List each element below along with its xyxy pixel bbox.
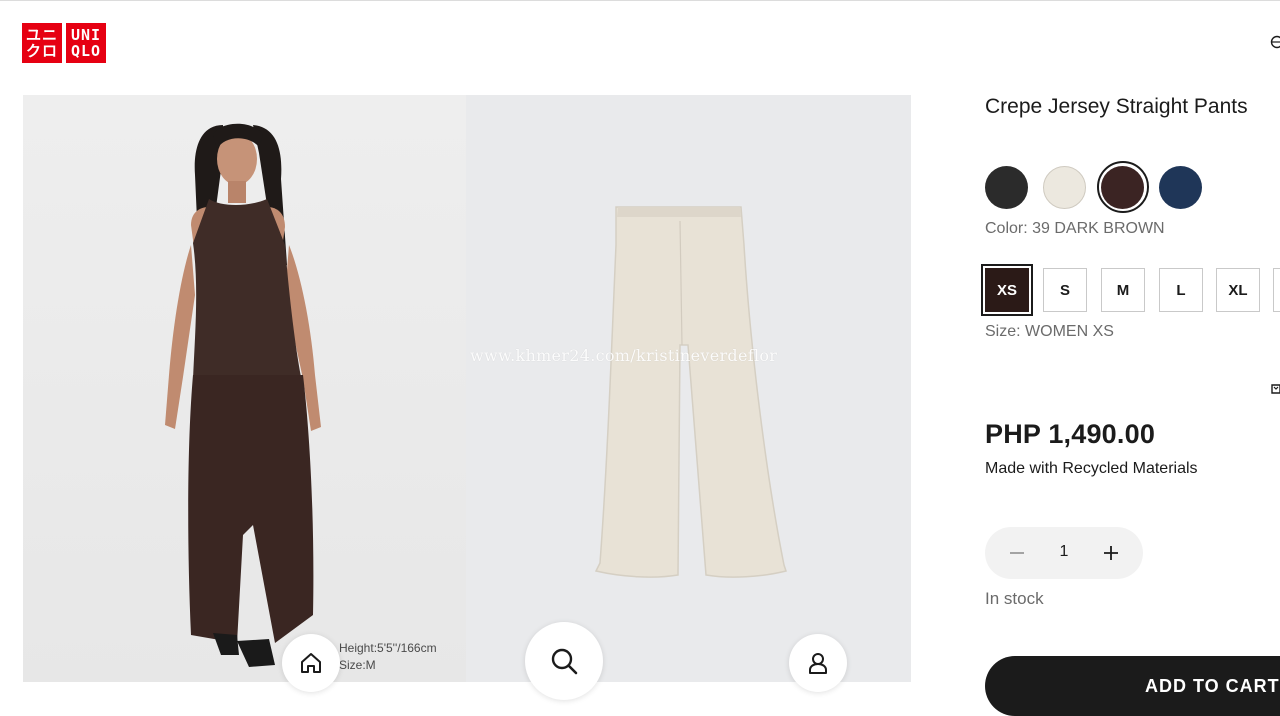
size-m-button[interactable]: M bbox=[1101, 268, 1145, 312]
size-s-button[interactable]: S bbox=[1043, 268, 1087, 312]
quantity-increase-button[interactable] bbox=[1085, 527, 1137, 579]
pants-illustration bbox=[466, 95, 911, 682]
recycled-note: Made with Recycled Materials bbox=[985, 460, 1198, 478]
quantity-stepper: 1 bbox=[985, 527, 1143, 579]
logo-latin-bottom: QLO bbox=[71, 43, 101, 59]
model-info: Height:5'5''/166cm Size:M bbox=[339, 640, 437, 674]
account-button[interactable] bbox=[789, 634, 847, 692]
size-xl-button[interactable]: XL bbox=[1216, 268, 1260, 312]
selected-color-label: Color: 39 DARK BROWN bbox=[985, 220, 1165, 238]
stock-status: In stock bbox=[985, 589, 1044, 609]
search-icon bbox=[548, 645, 580, 677]
logo-latin-top: UNI bbox=[71, 27, 101, 43]
color-swatch-navy[interactable] bbox=[1159, 166, 1202, 209]
size-more-button[interactable] bbox=[1273, 268, 1280, 312]
product-title: Crepe Jersey Straight Pants bbox=[985, 95, 1248, 119]
model-size: Size:M bbox=[339, 657, 437, 674]
minus-icon bbox=[1008, 544, 1026, 562]
size-xs-button[interactable]: XS bbox=[985, 268, 1029, 312]
logo-katakana-bottom: クロ bbox=[26, 43, 58, 59]
account-icon bbox=[805, 650, 831, 676]
globe-icon[interactable] bbox=[1270, 35, 1280, 49]
site-header: ユニ クロ UNI QLO bbox=[0, 1, 1280, 89]
color-swatch-off-white[interactable] bbox=[1043, 166, 1086, 209]
product-gallery: www.khmer24.com/kristineverdeflor Height… bbox=[23, 95, 911, 682]
product-photo[interactable] bbox=[466, 95, 911, 682]
home-icon bbox=[298, 650, 324, 676]
quantity-decrease-button[interactable] bbox=[991, 527, 1043, 579]
plus-icon bbox=[1102, 544, 1120, 562]
product-price: PHP 1,490.00 bbox=[985, 419, 1155, 450]
logo-tile-katakana: ユニ クロ bbox=[22, 23, 62, 63]
add-to-cart-button[interactable]: ADD TO CART bbox=[985, 656, 1280, 716]
color-swatch-dark-brown[interactable] bbox=[1101, 166, 1144, 209]
color-swatch-black[interactable] bbox=[985, 166, 1028, 209]
model-height: Height:5'5''/166cm bbox=[339, 640, 437, 657]
logo-tile-latin: UNI QLO bbox=[66, 23, 106, 63]
size-guide-icon[interactable] bbox=[1270, 381, 1280, 395]
home-button[interactable] bbox=[282, 634, 340, 692]
model-photo[interactable] bbox=[23, 95, 466, 682]
selected-size-label: Size: WOMEN XS bbox=[985, 323, 1114, 341]
size-l-button[interactable]: L bbox=[1159, 268, 1203, 312]
logo-katakana-top: ユニ bbox=[26, 27, 58, 43]
search-button[interactable] bbox=[525, 622, 603, 700]
watermark-text: www.khmer24.com/kristineverdeflor bbox=[470, 346, 777, 365]
quantity-value[interactable]: 1 bbox=[1047, 543, 1081, 561]
model-illustration bbox=[23, 95, 466, 682]
uniqlo-logo[interactable]: ユニ クロ UNI QLO bbox=[22, 23, 106, 63]
